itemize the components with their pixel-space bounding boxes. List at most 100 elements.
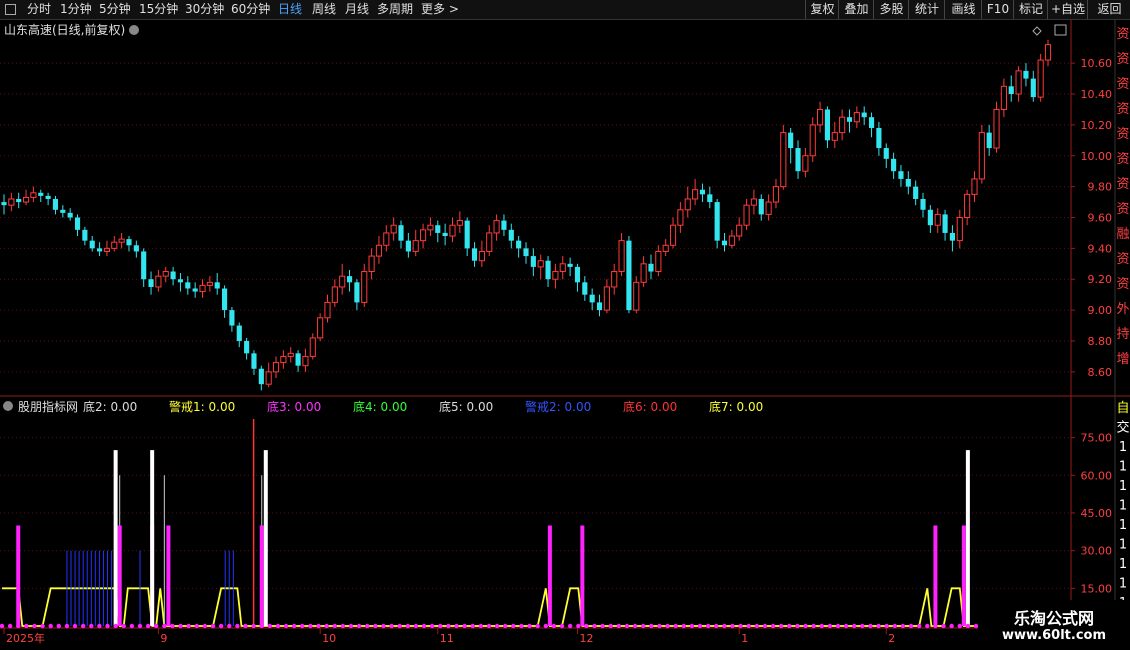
price-tick-label: 10.00 — [1081, 150, 1113, 163]
baseline-dot — [527, 623, 532, 629]
baseline-dot — [308, 623, 313, 629]
candle-body — [435, 225, 441, 233]
candle-body — [934, 213, 941, 226]
indicator-tick-label: 75.00 — [1081, 432, 1113, 445]
candle-body — [964, 193, 971, 218]
baseline-dot — [665, 623, 670, 629]
baseline-dot — [210, 623, 216, 629]
candle-body — [707, 194, 713, 203]
candle-body — [302, 355, 309, 367]
candle-body — [339, 275, 346, 288]
candle-body — [765, 201, 772, 215]
baseline-dot — [624, 623, 630, 629]
baseline-dot — [105, 623, 110, 629]
legend-entry: 警戒1: 0.00 — [169, 399, 235, 414]
candle-body — [640, 263, 647, 283]
candle-body — [324, 301, 331, 319]
time-tick-label: 9 — [160, 632, 167, 645]
edge-label: 资 — [1116, 27, 1129, 42]
baseline-dot — [16, 623, 21, 629]
candle-body — [846, 117, 853, 122]
candle-body — [331, 286, 338, 303]
candle-body — [1030, 78, 1036, 98]
candle-body — [876, 127, 882, 149]
baseline-dot — [267, 623, 273, 629]
baseline-dot — [600, 623, 605, 629]
edge-label: 资 — [1116, 102, 1129, 117]
baseline-dot — [843, 623, 849, 629]
candle-body — [272, 362, 280, 373]
edge-label: 1 — [1119, 499, 1127, 514]
candle-body — [419, 229, 427, 242]
edge-label: 交 — [1116, 420, 1129, 436]
candle-body — [655, 250, 662, 273]
watermark-title: 乐淘公式网 — [1013, 609, 1094, 628]
baseline-dot — [705, 623, 711, 629]
time-tick-label: 2 — [888, 632, 895, 645]
candle-body — [839, 116, 846, 134]
baseline-dot — [24, 623, 29, 629]
baseline-dot — [454, 623, 459, 629]
candle-body — [45, 195, 51, 199]
candle-body — [456, 220, 463, 226]
baseline-dot — [835, 623, 841, 629]
time-tick-label: 12 — [579, 632, 593, 645]
edge-label: 1 — [1119, 460, 1127, 475]
baseline-dot — [462, 623, 467, 629]
baseline-dot — [503, 623, 508, 629]
baseline-dot — [779, 623, 784, 629]
indicator-dropdown-icon — [3, 401, 13, 411]
baseline-dot — [576, 623, 581, 629]
candle-body — [1008, 86, 1014, 95]
edge-label: 持 — [1116, 327, 1129, 342]
candle-body — [1000, 85, 1007, 110]
baseline-dot — [64, 623, 70, 629]
legend-entry: 警戒2: 0.00 — [525, 399, 591, 414]
baseline-dot — [957, 623, 962, 629]
candle-body — [699, 189, 706, 195]
candle-body — [728, 235, 735, 246]
indicator-tick-label: 45.00 — [1081, 507, 1113, 520]
candle-body — [1015, 70, 1022, 95]
candle-body — [16, 198, 22, 203]
candle-body — [52, 198, 59, 210]
candle-body — [633, 281, 640, 311]
candle-body — [956, 217, 963, 242]
candle-body — [60, 209, 66, 213]
baseline-dot — [137, 623, 143, 629]
baseline-dot — [429, 623, 435, 629]
baseline-dot — [145, 623, 151, 629]
baseline-dot — [616, 623, 622, 629]
candle-body — [772, 186, 780, 203]
baseline-dot — [689, 623, 695, 629]
candle-body — [103, 247, 111, 252]
baseline-dot — [7, 623, 13, 629]
baseline-dot — [746, 623, 751, 629]
candle-body — [537, 260, 544, 268]
candle-body — [920, 198, 926, 210]
candle-body — [750, 198, 757, 206]
baseline-dot — [649, 623, 654, 629]
candle-body — [589, 294, 595, 303]
baseline-dot — [243, 623, 248, 629]
baseline-dot — [535, 623, 540, 629]
candle-body — [251, 353, 257, 369]
baseline-dot — [730, 623, 735, 629]
candle-body — [126, 239, 132, 246]
indicator-tick-label: 60.00 — [1081, 469, 1113, 482]
price-tick-label: 9.20 — [1088, 273, 1113, 286]
candle-body — [82, 229, 88, 241]
candle-body — [809, 124, 816, 157]
legend-entry: 底6: 0.00 — [623, 399, 677, 414]
candle-body — [486, 232, 493, 252]
baseline-dot — [0, 623, 5, 629]
candle-body — [89, 240, 95, 249]
time-tick-label: 11 — [440, 632, 454, 645]
candle-body — [177, 279, 184, 283]
baseline-dot — [770, 623, 776, 629]
baseline-dot — [97, 623, 102, 629]
baseline-dot — [348, 623, 354, 629]
baseline-dot — [283, 623, 289, 629]
legend-entry: 底5: 0.00 — [439, 399, 493, 414]
candle-body — [38, 192, 44, 196]
